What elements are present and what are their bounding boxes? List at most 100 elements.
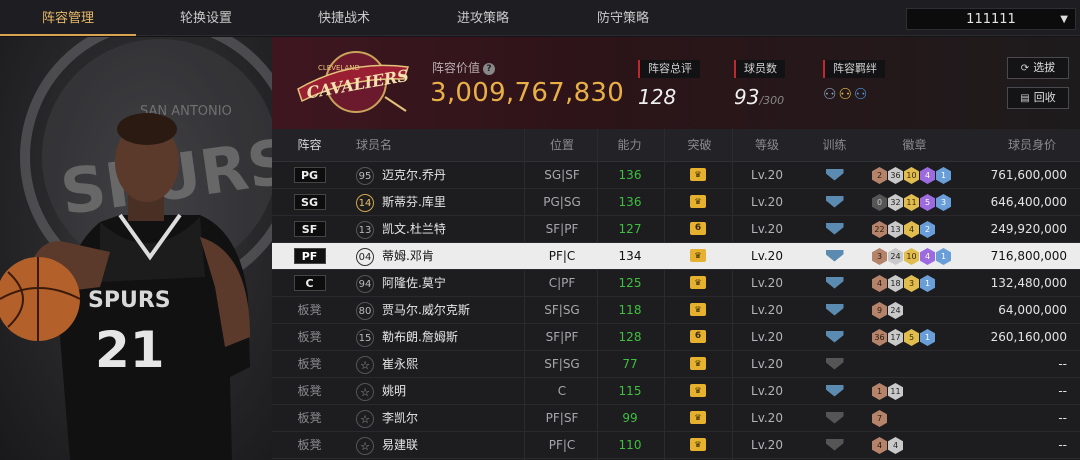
recycle-button[interactable]: ▤ 回收 bbox=[1007, 87, 1069, 109]
training-icon[interactable] bbox=[825, 249, 844, 262]
badge-list: 22 13 4 2 bbox=[872, 216, 935, 243]
player-name[interactable]: 李凯尔 bbox=[382, 405, 418, 432]
col-breakthrough[interactable]: 突破 bbox=[672, 129, 727, 162]
slot-cell[interactable]: 板凳 bbox=[282, 432, 337, 459]
col-badges[interactable]: 徽章 bbox=[882, 129, 947, 162]
breakthrough-cell[interactable]: ♛ bbox=[670, 432, 726, 459]
breakthrough-cell[interactable]: ♛ bbox=[670, 270, 726, 297]
crown-breakthrough-icon: ♛ bbox=[690, 168, 706, 181]
player-name[interactable]: 勒布朗.詹姆斯 bbox=[382, 324, 458, 351]
level-cell: Lv.20 bbox=[751, 195, 783, 209]
training-icon[interactable] bbox=[825, 168, 844, 181]
col-slot[interactable]: 阵容 bbox=[282, 129, 337, 162]
training-icon[interactable] bbox=[825, 222, 844, 235]
col-level[interactable]: 等级 bbox=[737, 129, 797, 162]
badge-hex: 4 bbox=[872, 437, 887, 454]
worth-cell: 716,800,000 bbox=[990, 249, 1067, 263]
table-row[interactable]: PF 04 蒂姆.邓肯 PF|C 134 ♛ Lv.20 3 24 10 4 1 716,800,000 bbox=[272, 243, 1080, 270]
position-cell: C|PF bbox=[548, 276, 576, 290]
badge-list: 44 bbox=[872, 432, 903, 459]
badge-list: 7 bbox=[872, 405, 887, 432]
player-name[interactable]: 斯蒂芬.库里 bbox=[382, 189, 446, 216]
slot-cell[interactable]: 板凳 bbox=[282, 324, 337, 351]
lineup-rating-stat: 阵容总评 128 bbox=[638, 57, 700, 109]
table-row[interactable]: PG 95 迈克尔.乔丹 SG|SF 136 ♛ Lv.20 2 36 10 4 1 761,600,0… bbox=[272, 162, 1080, 189]
bond-icons[interactable]: ⚇⚇⚇ bbox=[823, 85, 885, 103]
table-row[interactable]: 板凳 ☆ 易建联 PF|C 110 ♛ Lv.20 4 4 -- bbox=[272, 432, 1080, 459]
worth-cell: -- bbox=[1058, 384, 1067, 398]
training-icon[interactable] bbox=[825, 276, 844, 289]
tab-rotation[interactable]: 轮换设置 bbox=[138, 0, 274, 36]
breakthrough-cell[interactable]: ♛ bbox=[670, 405, 726, 432]
table-row[interactable]: 板凳 ☆ 姚明 C 115 ♛ Lv.20 1 11 -- bbox=[272, 378, 1080, 405]
position-cell: SG|SF bbox=[544, 168, 580, 182]
training-icon[interactable] bbox=[825, 411, 844, 424]
badge-list: 4 18 3 1 bbox=[872, 270, 935, 297]
training-icon[interactable] bbox=[825, 303, 844, 316]
training-icon[interactable] bbox=[825, 195, 844, 208]
table-row[interactable]: C 94 阿隆佐.莫宁 C|PF 125 ♛ Lv.20 4 18 3 1 132,480,000 bbox=[272, 270, 1080, 297]
col-position[interactable]: 位置 bbox=[532, 129, 592, 162]
top-navigation: 阵容管理 轮换设置 快捷战术 进攻策略 防守策略 111111 ▼ bbox=[0, 0, 1080, 36]
slot-cell[interactable]: SG bbox=[282, 189, 337, 216]
table-row[interactable]: 板凳 15 勒布朗.詹姆斯 SF|PF 128 6 Lv.20 36 17 5 1 260,160,0… bbox=[272, 324, 1080, 351]
col-ability[interactable]: 能力 bbox=[602, 129, 657, 162]
slot-cell[interactable]: 板凳 bbox=[282, 351, 337, 378]
training-icon[interactable] bbox=[825, 438, 844, 451]
ability-cell: 115 bbox=[618, 384, 642, 398]
col-worth[interactable]: 球员身价 bbox=[992, 129, 1072, 162]
lineup-rating-value: 128 bbox=[638, 85, 677, 109]
player-name[interactable]: 凯文.杜兰特 bbox=[382, 216, 446, 243]
tab-defense-strategy[interactable]: 防守策略 bbox=[555, 0, 691, 36]
jersey-number: 04 bbox=[356, 247, 374, 266]
player-name[interactable]: 崔永熙 bbox=[382, 351, 418, 378]
training-icon[interactable] bbox=[825, 384, 844, 397]
col-name[interactable]: 球员名 bbox=[354, 129, 394, 162]
player-name[interactable]: 阿隆佐.莫宁 bbox=[382, 270, 446, 297]
position-cell: PF|C bbox=[548, 249, 576, 263]
badge-hex: 4 bbox=[904, 221, 919, 238]
table-row[interactable]: SF 13 凯文.杜兰特 SF|PF 127 6 Lv.20 22 13 4 2 249,920,00… bbox=[272, 216, 1080, 243]
slot-cell[interactable]: PG bbox=[282, 162, 337, 189]
table-row[interactable]: 板凳 ☆ 崔永熙 SF|SG 77 ♛ Lv.20 -- bbox=[272, 351, 1080, 378]
badge-hex: 22 bbox=[872, 221, 887, 238]
player-name[interactable]: 迈克尔.乔丹 bbox=[382, 162, 446, 189]
player-name[interactable]: 姚明 bbox=[382, 378, 406, 405]
table-row[interactable]: 板凳 80 贾马尔.威尔克斯 SF|SG 118 ♛ Lv.20 9 24 64,000,000 bbox=[272, 297, 1080, 324]
badge-hex: 24 bbox=[888, 248, 903, 265]
slot-cell[interactable]: 板凳 bbox=[282, 405, 337, 432]
training-icon[interactable] bbox=[825, 330, 844, 343]
training-icon[interactable] bbox=[825, 357, 844, 370]
tab-lineup[interactable]: 阵容管理 bbox=[0, 0, 136, 36]
position-cell: SF|SG bbox=[544, 303, 580, 317]
table-row[interactable]: 板凳 ☆ 李凯尔 PF|SF 99 ♛ Lv.20 7 -- bbox=[272, 405, 1080, 432]
breakthrough-cell[interactable]: ♛ bbox=[670, 351, 726, 378]
player-name[interactable]: 蒂姆.邓肯 bbox=[382, 243, 434, 270]
player-name[interactable]: 易建联 bbox=[382, 432, 418, 459]
tab-quick-tactics[interactable]: 快捷战术 bbox=[276, 0, 412, 36]
slot-cell[interactable]: PF bbox=[282, 243, 337, 270]
worth-cell: 132,480,000 bbox=[990, 276, 1067, 290]
breakthrough-cell[interactable]: 6 bbox=[670, 216, 726, 243]
scout-button[interactable]: ⟳ 选拔 bbox=[1007, 57, 1069, 79]
breakthrough-cell[interactable]: ♛ bbox=[670, 162, 726, 189]
table-row[interactable]: SG 14 斯蒂芬.库里 PG|SG 136 ♛ Lv.20 0 32 11 5 3 646,400,0… bbox=[272, 189, 1080, 216]
breakthrough-cell[interactable]: ♛ bbox=[670, 189, 726, 216]
breakthrough-cell[interactable]: ♛ bbox=[670, 243, 726, 270]
breakthrough-cell[interactable]: ♛ bbox=[670, 378, 726, 405]
jersey-number-text: 21 bbox=[95, 321, 165, 379]
badge-hex: 17 bbox=[888, 329, 903, 346]
breakthrough-cell[interactable]: 6 bbox=[670, 324, 726, 351]
breakthrough-cell[interactable]: ♛ bbox=[670, 297, 726, 324]
tab-offense-strategy[interactable]: 进攻策略 bbox=[415, 0, 551, 36]
badge-hex: 18 bbox=[888, 275, 903, 292]
slot-cell[interactable]: 板凳 bbox=[282, 297, 337, 324]
team-select-dropdown[interactable]: 111111 ▼ bbox=[906, 8, 1076, 30]
slot-cell[interactable]: SF bbox=[282, 216, 337, 243]
help-icon[interactable]: ? bbox=[483, 63, 496, 75]
crown-breakthrough-icon: ♛ bbox=[690, 384, 706, 397]
slot-cell[interactable]: C bbox=[282, 270, 337, 297]
slot-cell[interactable]: 板凳 bbox=[282, 378, 337, 405]
player-name[interactable]: 贾马尔.威尔克斯 bbox=[382, 297, 470, 324]
col-training[interactable]: 训练 bbox=[807, 129, 862, 162]
